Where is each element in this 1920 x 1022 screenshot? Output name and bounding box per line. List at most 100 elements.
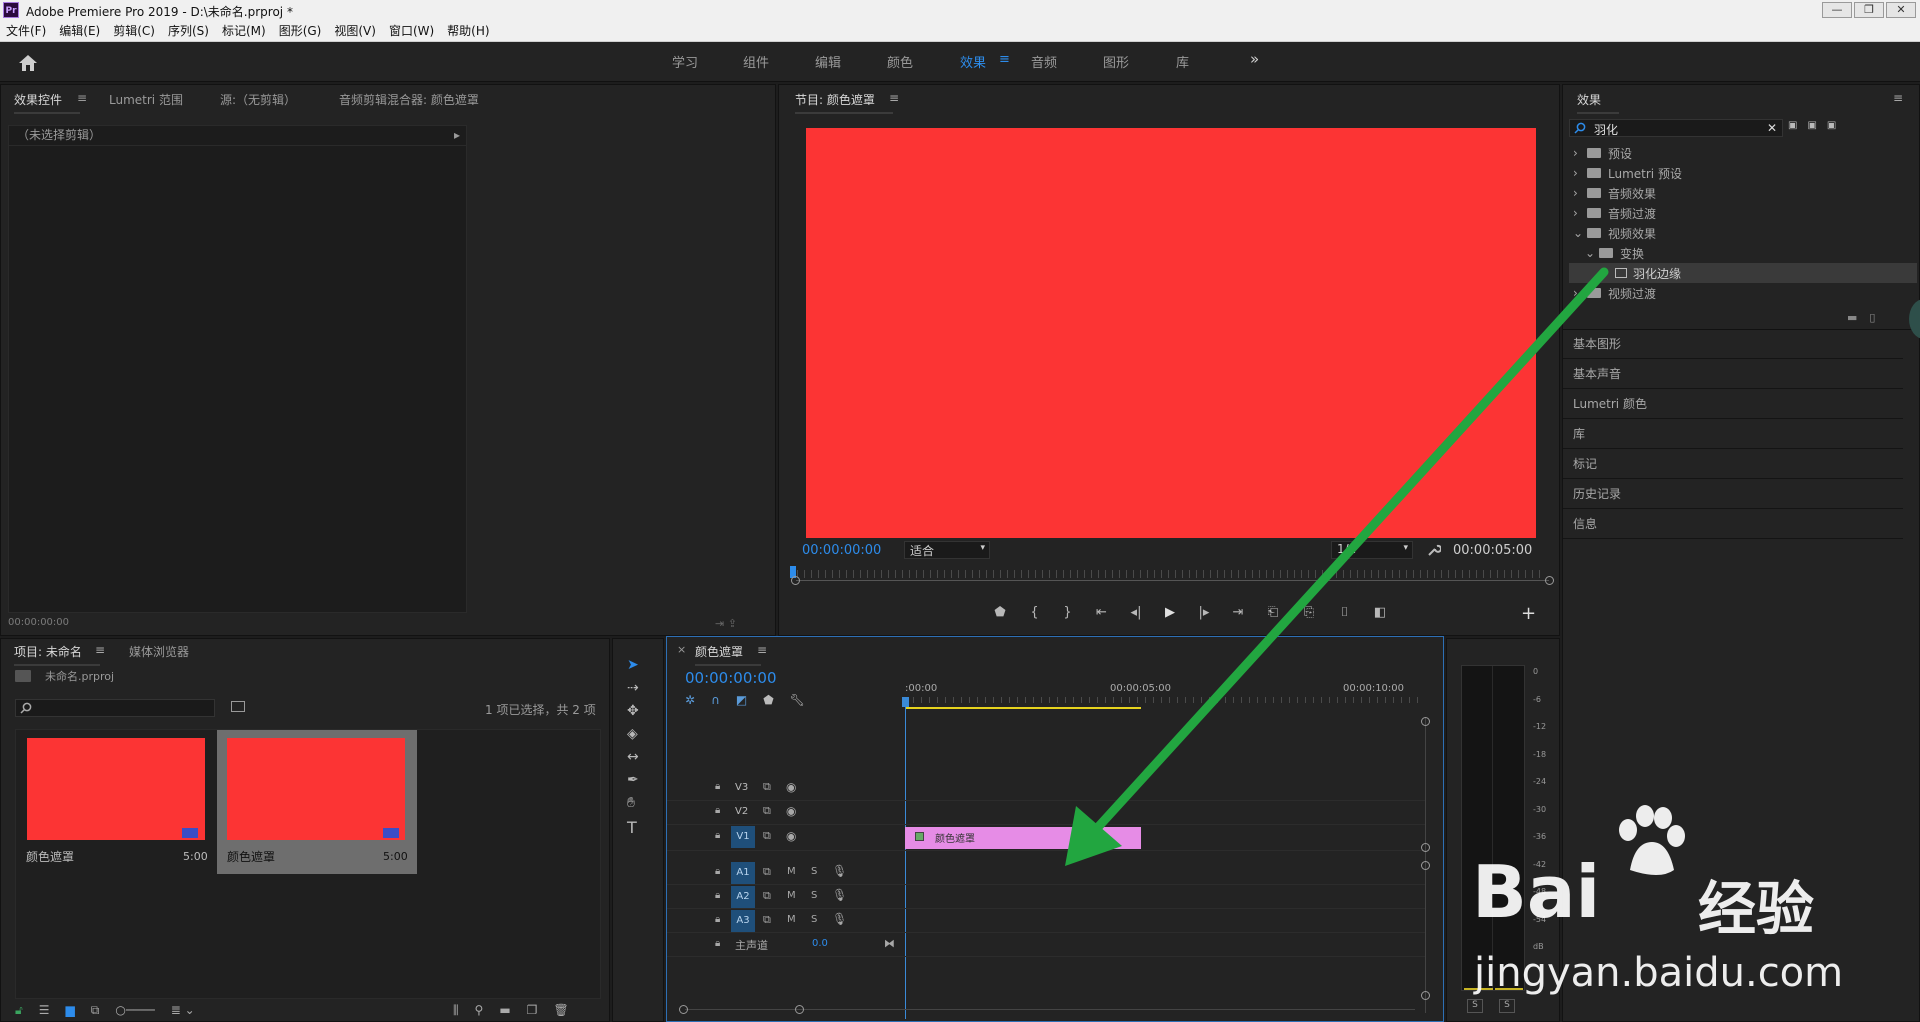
32bit-effects-icon[interactable]: ▣ [1807, 120, 1816, 131]
track-v2[interactable]: 🔒︎ V2 ⧉ ◉ [667, 801, 1425, 825]
project-item-selected[interactable]: 颜色遮罩 5:00 [217, 730, 417, 874]
track-label[interactable]: V2 [735, 806, 748, 817]
type-tool-icon[interactable]: T [627, 818, 639, 837]
linked-selection-icon[interactable]: ◩ [736, 693, 747, 707]
voiceover-mic-icon[interactable]: 🎙︎ [832, 888, 847, 902]
mute-button[interactable]: M [787, 914, 796, 925]
tree-item-audio-transitions[interactable]: › 音频过渡 [1569, 203, 1917, 223]
track-lock-icon[interactable]: 🔒︎ [715, 781, 720, 792]
timeline-clip[interactable]: 颜色遮罩 [905, 827, 1141, 849]
workspace-learn[interactable]: 学习 [672, 52, 698, 71]
track-v3[interactable]: 🔒︎ V3 ⧉ ◉ [667, 777, 1425, 801]
workspace-graphics[interactable]: 图形 [1103, 52, 1129, 71]
panel-info[interactable]: 信息 [1563, 509, 1903, 539]
new-bin-icon[interactable]: ▬ [1847, 311, 1857, 324]
export-frame-camera-icon[interactable]: ⌷ [1327, 605, 1362, 620]
tree-item-lumetri-presets[interactable]: › Lumetri 预设 [1569, 163, 1917, 183]
timeline-settings-icon[interactable]: 🔧︎ [790, 693, 805, 707]
go-to-in-icon[interactable]: ⇤ [1084, 605, 1119, 620]
lift-icon[interactable]: ⎗ [1255, 605, 1291, 620]
eye-icon[interactable]: ◉ [786, 829, 796, 843]
timeline-close-icon[interactable]: × [677, 643, 686, 656]
a-scroll-handle[interactable] [1421, 861, 1430, 870]
workspace-audio[interactable]: 音频 [1031, 52, 1057, 71]
effects-search-value[interactable]: 羽化 [1594, 121, 1618, 138]
export-frame-icon[interactable]: ⇥ ⇪ [715, 617, 737, 630]
new-bin-icon[interactable]: ▬ [499, 1003, 510, 1018]
track-lock-icon[interactable]: 🔒︎ [715, 866, 720, 877]
h-scroll-handle[interactable] [795, 1005, 804, 1014]
timeline-timecode[interactable]: 00:00:00:00 [685, 669, 777, 687]
home-icon[interactable] [18, 54, 38, 72]
add-marker-icon[interactable]: ⬟ [982, 605, 1018, 620]
solo-button[interactable]: S [811, 890, 817, 901]
sync-lock-icon[interactable]: ⧉ [763, 865, 771, 879]
add-marker-icon[interactable]: ⬟ [763, 693, 773, 707]
list-view-icon[interactable]: ☰ [39, 1003, 50, 1018]
edge-drag-handle[interactable] [1909, 299, 1920, 339]
track-lock-icon[interactable]: 🔒︎ [715, 938, 720, 949]
automate-icon[interactable]: ⫼ [453, 1003, 459, 1018]
track-label[interactable]: V3 [735, 782, 748, 793]
track-label[interactable]: V1 [731, 826, 755, 848]
trash-icon[interactable]: 🗑︎ [553, 1003, 568, 1018]
eye-icon[interactable]: ◉ [786, 804, 796, 818]
clip-thumbnail[interactable] [227, 738, 405, 840]
tab-effect-controls[interactable]: 效果控件 [14, 91, 81, 114]
mute-button[interactable]: M [787, 890, 796, 901]
menu-view[interactable]: 视图(V) [334, 22, 376, 39]
mute-button[interactable]: M [787, 866, 796, 877]
a-scroll-handle[interactable] [1421, 991, 1430, 1000]
program-timecode[interactable]: 00:00:00:00 [802, 543, 881, 558]
v-scroll-handle[interactable] [1421, 717, 1430, 726]
tree-item-transform[interactable]: ⌄ 变换 [1569, 243, 1917, 263]
sync-lock-icon[interactable]: ⧉ [763, 829, 771, 843]
fit-dropdown[interactable]: 适合 ▾ [904, 541, 990, 559]
delete-icon[interactable]: ▯ [1869, 311, 1875, 324]
track-label[interactable]: A2 [731, 886, 755, 908]
clear-search-icon[interactable]: ✕ [1767, 121, 1777, 135]
voiceover-mic-icon[interactable]: 🎙︎ [832, 864, 847, 878]
zoom-slider[interactable]: ○──── [115, 1003, 154, 1018]
timeline-playhead[interactable] [905, 697, 906, 1019]
track-lock-icon[interactable]: 🔒︎ [715, 890, 720, 901]
solo-button[interactable]: S [811, 866, 817, 877]
h-scroll-handle[interactable] [679, 1005, 688, 1014]
track-label[interactable]: A1 [731, 862, 755, 884]
track-a2[interactable]: 🔒︎ A2 ⧉ M S 🎙︎ [667, 885, 1425, 909]
panel-lumetri-color[interactable]: Lumetri 颜色 [1563, 389, 1903, 419]
track-a3[interactable]: 🔒︎ A3 ⧉ M S 🎙︎ [667, 909, 1425, 933]
extract-icon[interactable]: ⎘ [1291, 605, 1327, 620]
workspace-libraries[interactable]: 库 [1176, 52, 1189, 71]
timeline-tab[interactable]: 颜色遮罩 [695, 643, 762, 666]
nest-icon[interactable]: ✲ [685, 693, 695, 707]
tab-menu-icon[interactable]: ≡ [77, 91, 87, 105]
track-master[interactable]: 🔒︎ 主声道 0.0 ⧓ [667, 933, 1425, 957]
solo-right-button[interactable]: S [1499, 999, 1515, 1013]
tree-item-video-effects[interactable]: ⌄ 视频效果 [1569, 223, 1917, 243]
resolution-dropdown[interactable]: 1/2 ▾ [1331, 541, 1413, 559]
yuv-effects-icon[interactable]: ▣ [1827, 120, 1836, 131]
step-back-icon[interactable]: ◂| [1119, 605, 1153, 620]
menu-graphics[interactable]: 图形(G) [279, 22, 322, 39]
work-area-bar[interactable] [905, 707, 1141, 709]
hand-tool-icon[interactable]: ✋︎ [627, 795, 639, 811]
workspace-assembly[interactable]: 组件 [743, 52, 769, 71]
menu-clip[interactable]: 剪辑(C) [113, 22, 155, 39]
tree-item-video-transitions[interactable]: › 视频过渡 [1569, 283, 1917, 303]
tab-project[interactable]: 项目: 未命名 [14, 643, 100, 666]
freeform-view-icon[interactable]: ⧉ [91, 1003, 100, 1018]
project-search-box[interactable] [15, 699, 215, 717]
expand-arrow-icon[interactable]: ▸ [454, 126, 460, 145]
panel-essential-graphics[interactable]: 基本图形 [1563, 329, 1903, 359]
panel-essential-sound[interactable]: 基本声音 [1563, 359, 1903, 389]
wrench-icon[interactable] [1427, 543, 1441, 557]
find-icon[interactable] [231, 701, 245, 712]
panel-history[interactable]: 历史记录 [1563, 479, 1903, 509]
go-to-out-icon[interactable]: ⇥ [1221, 605, 1255, 620]
tab-lumetri-scopes[interactable]: Lumetri 范围 [109, 91, 183, 108]
panel-markers[interactable]: 标记 [1563, 449, 1903, 479]
menu-window[interactable]: 窗口(W) [389, 22, 434, 39]
sort-icon[interactable]: ≣ ⌄ [171, 1003, 195, 1018]
new-item-icon[interactable]: ❐ [527, 1003, 538, 1018]
